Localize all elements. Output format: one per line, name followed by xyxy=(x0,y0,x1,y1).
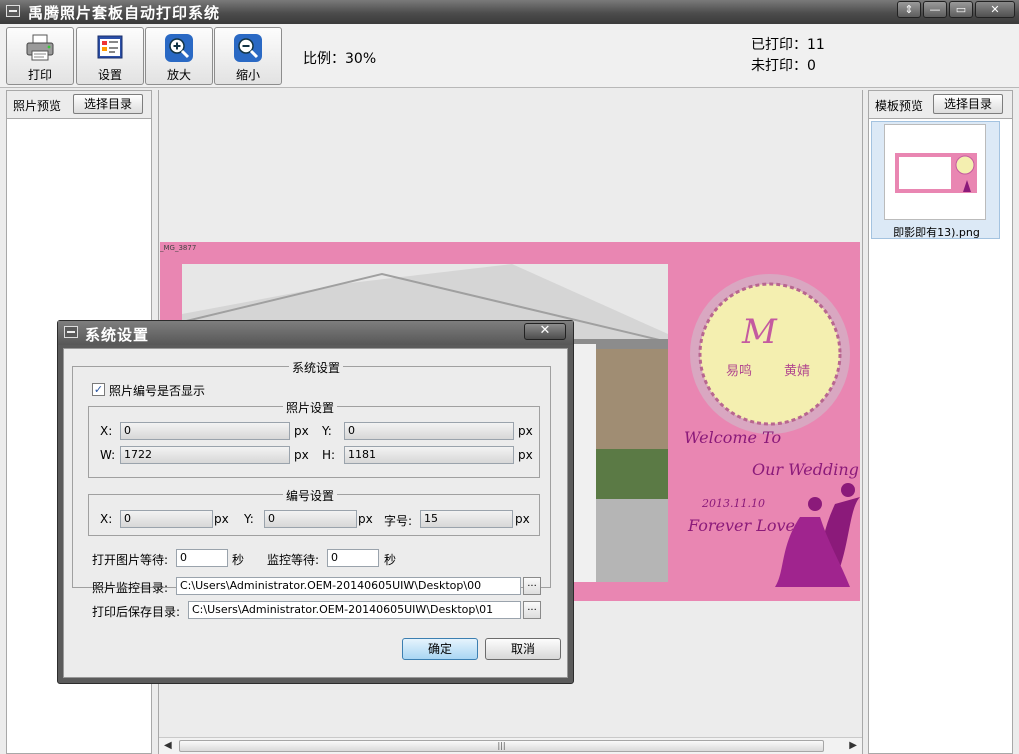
dialog-body: 系统设置 ✓ 照片编号是否显示 照片设置 X: 0 px Y: 0 px W: … xyxy=(63,348,568,678)
template-thumbnail-image xyxy=(884,124,986,220)
template-thumbnail-caption: 即影即有13).png xyxy=(893,226,980,239)
number-y-unit: px xyxy=(358,512,373,526)
photo-w-label: W: xyxy=(100,448,116,462)
monitor-wait-unit: 秒 xyxy=(384,553,397,567)
photo-y-label: Y: xyxy=(322,424,332,438)
show-number-label: 照片编号是否显示 xyxy=(109,384,206,398)
wedding-date: 2013.11.10 xyxy=(702,497,765,510)
number-font-unit: px xyxy=(515,512,530,526)
monitor-wait-input[interactable]: 0 xyxy=(327,549,379,567)
photo-preview-label: 照片预览 xyxy=(13,99,62,113)
horizontal-scrollbar[interactable]: ◀ ||| ▶ xyxy=(159,737,862,754)
dialog-system-menu-icon[interactable] xyxy=(64,326,78,338)
photo-y-unit: px xyxy=(518,424,533,438)
monitor-wait-label: 监控等待: xyxy=(267,553,320,567)
system-settings-legend: 系统设置 xyxy=(289,359,344,376)
dialog-close-button[interactable]: ✕ xyxy=(524,323,566,340)
number-x-unit: px xyxy=(214,512,229,526)
template-select-dir-button[interactable]: 选择目录 xyxy=(933,94,1004,114)
unprinted-count: 未打印：0 xyxy=(751,58,816,74)
template-preview-header: 模板预览 选择目录 xyxy=(869,91,1012,119)
save-dir-input[interactable]: C:\Users\Administrator.OEM-20140605UIW\D… xyxy=(188,601,521,619)
maximize-button[interactable]: ▭ xyxy=(949,1,973,18)
save-dir-label: 打印后保存目录: xyxy=(92,605,181,619)
settings-label: 设置 xyxy=(97,68,122,82)
photo-y-input[interactable]: 0 xyxy=(344,422,514,440)
zoom-in-icon xyxy=(165,34,193,62)
scroll-right-icon[interactable]: ▶ xyxy=(849,740,857,751)
title-bar: 禹腾照片套板自动打印系统 ⇕ — ▭ ✕ xyxy=(0,0,1019,24)
template-preview-label: 模板预览 xyxy=(875,99,924,113)
number-y-label: Y: xyxy=(244,512,254,526)
number-font-label: 字号: xyxy=(384,514,413,528)
open-wait-label: 打开图片等待: xyxy=(92,553,169,567)
dialog-title: 系统设置 xyxy=(85,326,150,344)
system-settings-dialog: 系统设置 ✕ 系统设置 ✓ 照片编号是否显示 照片设置 X: 0 px Y: 0… xyxy=(57,320,574,684)
template-preview-panel: 模板预览 选择目录 即影即有13).png xyxy=(868,90,1013,754)
toolbar: 打印 设置 放大 缩小 比例：30% 已打印：11 未打印：0 xyxy=(0,24,1019,88)
monitor-dir-browse-button[interactable]: ... xyxy=(523,577,541,595)
photo-settings-legend: 照片设置 xyxy=(283,399,338,416)
close-button[interactable]: ✕ xyxy=(975,1,1015,18)
zoom-in-button[interactable]: 放大 xyxy=(145,27,213,85)
restore-size-button[interactable]: ⇕ xyxy=(897,1,921,18)
print-label: 打印 xyxy=(27,68,52,82)
photo-preview-header: 照片预览 选择目录 xyxy=(7,91,151,119)
number-y-input[interactable]: 0 xyxy=(264,510,357,528)
bride-name: 黄婧 xyxy=(784,364,811,379)
print-button[interactable]: 打印 xyxy=(6,27,74,85)
number-settings-legend: 编号设置 xyxy=(283,487,338,504)
settings-button[interactable]: 设置 xyxy=(76,27,144,85)
window-controls: ⇕ — ▭ ✕ xyxy=(895,1,1015,18)
photo-w-input[interactable]: 1722 xyxy=(120,446,290,464)
photo-settings-group: 照片设置 xyxy=(88,399,540,478)
zoom-out-label: 缩小 xyxy=(235,68,260,82)
number-font-input[interactable]: 15 xyxy=(420,510,513,528)
open-wait-unit: 秒 xyxy=(232,553,245,567)
number-x-input[interactable]: 0 xyxy=(120,510,213,528)
photo-w-unit: px xyxy=(294,448,309,462)
show-number-checkbox[interactable]: ✓ xyxy=(92,383,105,396)
monitor-dir-label: 照片监控目录: xyxy=(92,581,169,595)
settings-icon xyxy=(97,35,123,59)
cancel-button[interactable]: 取消 xyxy=(485,638,561,660)
photo-x-label: X: xyxy=(100,424,113,438)
print-counts: 已打印：11 未打印：0 xyxy=(751,35,825,77)
photo-h-label: H: xyxy=(322,448,336,462)
scroll-left-icon[interactable]: ◀ xyxy=(164,740,172,751)
zoom-out-button[interactable]: 缩小 xyxy=(214,27,282,85)
monogram: M xyxy=(742,312,777,352)
zoom-in-label: 放大 xyxy=(166,68,191,82)
printer-icon xyxy=(26,34,54,61)
printed-count: 已打印：11 xyxy=(751,37,825,53)
minimize-button[interactable]: — xyxy=(923,1,947,18)
ok-button[interactable]: 确定 xyxy=(402,638,478,660)
scrollbar-thumb[interactable]: ||| xyxy=(179,740,824,752)
photo-x-input[interactable]: 0 xyxy=(120,422,290,440)
window-title: 禹腾照片套板自动打印系统 xyxy=(28,4,221,22)
monitor-dir-input[interactable]: C:\Users\Administrator.OEM-20140605UIW\D… xyxy=(176,577,521,595)
welcome-text: Welcome To xyxy=(684,428,782,447)
groom-name: 易鸣 xyxy=(726,364,753,379)
number-x-label: X: xyxy=(100,512,113,526)
template-thumbnail[interactable]: 即影即有13).png xyxy=(871,121,1000,239)
photo-select-dir-button[interactable]: 选择目录 xyxy=(73,94,144,114)
save-dir-browse-button[interactable]: ... xyxy=(523,601,541,619)
scale-readout: 比例：30% xyxy=(303,51,377,67)
zoom-out-icon xyxy=(234,34,262,62)
dialog-title-bar: 系统设置 ✕ xyxy=(58,321,573,345)
open-wait-input[interactable]: 0 xyxy=(176,549,228,567)
our-wedding-text: Our Wedding xyxy=(752,460,859,479)
photo-h-input[interactable]: 1181 xyxy=(344,446,514,464)
forever-love-text: Forever Love xyxy=(688,516,795,535)
photo-x-unit: px xyxy=(294,424,309,438)
photo-h-unit: px xyxy=(518,448,533,462)
system-menu-icon[interactable] xyxy=(6,5,20,17)
